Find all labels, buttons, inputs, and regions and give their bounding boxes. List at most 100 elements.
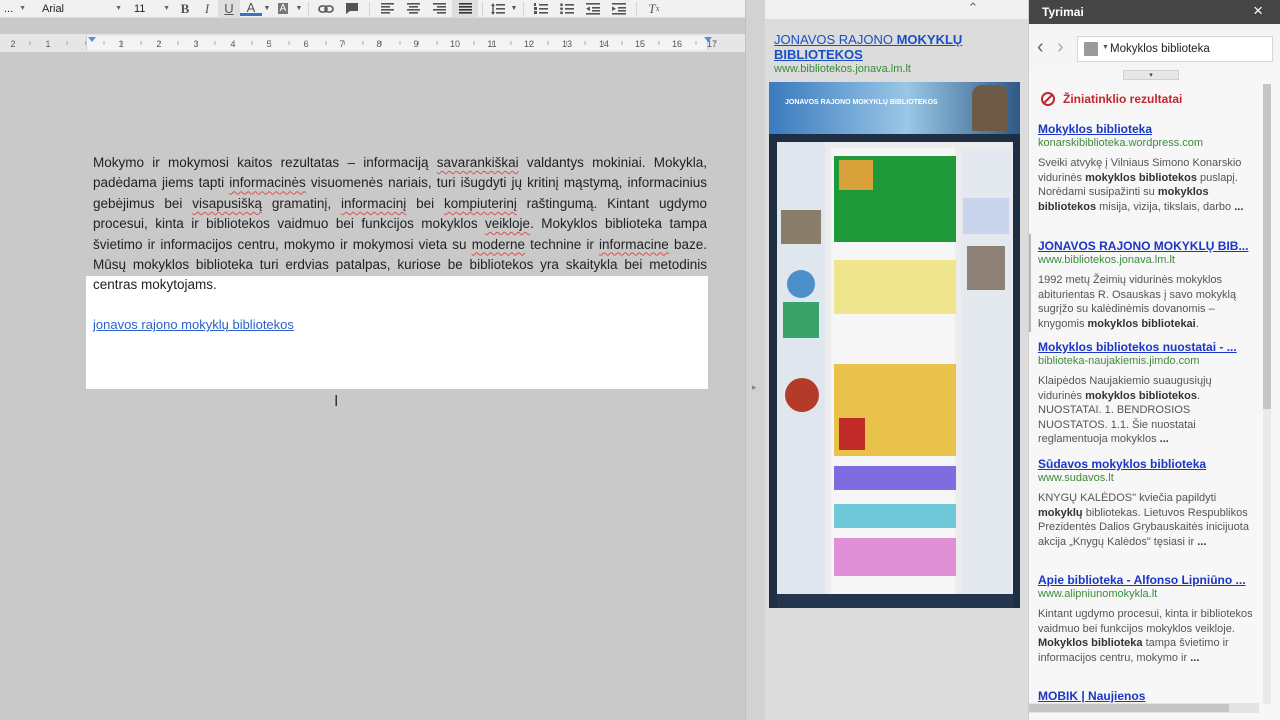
underline-button[interactable]: U [218, 0, 240, 18]
italic-button[interactable]: I [196, 0, 218, 18]
result-snippet: Kintant ugdymo procesui, kinta ir biblio… [1038, 608, 1253, 664]
website-body [777, 142, 1013, 608]
search-type-icon[interactable] [1084, 42, 1098, 56]
ruler-number: 7 [339, 39, 344, 49]
ruler-number: 9 [413, 39, 418, 49]
bold-button[interactable]: B [174, 0, 196, 18]
comment-icon[interactable] [339, 0, 365, 18]
site-logo-blue [787, 270, 815, 298]
site-gift-image [839, 418, 865, 450]
result-snippet: Sveiki atvykę į Vilniaus Simono Konarski… [1038, 157, 1244, 213]
preview-top-bar [765, 0, 1028, 20]
result-title-link[interactable]: Apie biblioteka - Alfonso Lipniūno ... [1038, 573, 1258, 587]
document-canvas[interactable]: Mokymo ir mokymosi kaitos rezultatas – i… [0, 52, 745, 720]
research-search-input[interactable]: ▼ Mokyklos biblioteka [1077, 36, 1273, 62]
preview-url: www.bibliotekos.jonava.lm.lt [774, 63, 911, 75]
panel-divider[interactable]: ▸ [745, 0, 765, 720]
result-snippet: Klaipėdos Naujakiemio suaugusiųjų viduri… [1038, 375, 1212, 446]
chevron-down-icon[interactable]: ▼ [1102, 44, 1109, 51]
website-thumbnail[interactable]: JONAVOS RAJONO MOKYKLŲ BIBLIOTEKOS [769, 82, 1020, 608]
site-purple-block [834, 466, 956, 490]
site-logo-red [785, 378, 819, 412]
flagged-word: moderne [471, 236, 526, 252]
decrease-indent-icon[interactable] [580, 0, 606, 18]
toolbar-divider [636, 1, 637, 16]
search-result: MOBIK | Naujienos [1038, 689, 1258, 703]
paragraph-text: gramatinį, [262, 195, 342, 211]
site-pink-block [834, 538, 956, 576]
align-right-icon[interactable] [426, 0, 452, 18]
font-size-dropdown[interactable]: 11 ▼ [126, 0, 174, 18]
search-result: JONAVOS RAJONO MOKYKLŲ BIB... www.bibliot… [1038, 239, 1258, 331]
expand-arrow-icon[interactable]: ▸ [752, 382, 757, 393]
document-paragraph[interactable]: Mokymo ir mokymosi kaitos rezultatas – i… [93, 153, 707, 296]
search-result: Mokyklos biblioteka konarskibiblioteka.wo… [1038, 122, 1258, 214]
web-results-header: Žiniatinklio rezultatai [1041, 92, 1182, 106]
toolbar-divider [523, 1, 524, 16]
result-url: konarskibiblioteka.wordpress.com [1038, 137, 1204, 149]
close-icon[interactable]: × [1253, 1, 1263, 21]
preview-title-link[interactable]: JONAVOS RAJONO MOKYKLŲ BIBLIOTEKOS [774, 32, 1024, 62]
portrait-image [972, 85, 1008, 131]
increase-indent-icon[interactable] [606, 0, 632, 18]
preview-title-normal: JONAVOS RAJONO [774, 32, 897, 47]
text-color-button[interactable]: A [240, 0, 262, 16]
collapse-toolbar-icon[interactable]: ⌃ [966, 0, 980, 18]
align-justify-icon[interactable] [452, 0, 478, 18]
back-arrow-icon[interactable]: ‹ [1037, 36, 1044, 59]
result-title-link[interactable]: JONAVOS RAJONO MOKYKLŲ BIB... [1038, 239, 1258, 253]
research-scrollbar[interactable] [1263, 84, 1271, 704]
highlight-label: A [277, 3, 289, 14]
chevron-down-icon[interactable]: ▼ [509, 0, 519, 18]
paragraph-text: Mokymo ir mokymosi kaitos rezultatas – i… [93, 155, 437, 170]
flagged-word: informacinį [341, 195, 407, 211]
flagged-word: savarankiškai [436, 155, 519, 170]
chevron-down-icon[interactable]: ▼ [262, 0, 272, 18]
style-dropdown-label: ... [4, 2, 14, 15]
research-title: Tyrimai [1042, 5, 1084, 19]
numbered-list-icon[interactable] [528, 0, 554, 18]
result-url: www.sudavos.lt [1038, 472, 1114, 484]
result-title-link[interactable]: Mokyklos bibliotekos nuostatai - ... [1038, 340, 1258, 354]
forward-arrow-icon[interactable]: › [1057, 36, 1064, 59]
line-spacing-icon[interactable] [487, 0, 509, 18]
font-dropdown[interactable]: Arial ▼ [34, 0, 126, 18]
toolbar-divider [482, 1, 483, 16]
result-snippet: 1992 metų Žeimių vidurinės mokyklos abit… [1038, 274, 1237, 330]
ruler-number: 8 [376, 39, 381, 49]
font-dropdown-label: Arial [42, 2, 65, 15]
site-photo [781, 210, 821, 244]
ruler-number: 2 [10, 39, 15, 49]
research-sidebar: Tyrimai × ‹ › ▼ Mokyklos biblioteka ▾ Ži… [1028, 0, 1280, 720]
search-query: Mokyklos biblioteka [1110, 43, 1210, 55]
result-title-link[interactable]: MOBIK | Naujienos [1038, 689, 1258, 703]
document-link[interactable]: jonavos rajono mokyklų bibliotekos [93, 317, 294, 332]
bulleted-list-icon[interactable] [554, 0, 580, 18]
highlight-button[interactable]: A [272, 0, 294, 18]
research-horizontal-scrollbar[interactable] [1029, 703, 1259, 713]
website-banner-text: JONAVOS RAJONO MOKYKLŲ BIBLIOTEKOS [785, 99, 938, 106]
scrollbar-thumb[interactable] [1263, 84, 1271, 409]
result-title-link[interactable]: Sūdavos mokyklos biblioteka [1038, 457, 1258, 471]
paragraph-text: bei [406, 195, 445, 211]
results-filter-dropdown[interactable]: ▾ [1123, 70, 1179, 80]
align-left-icon[interactable] [374, 0, 400, 18]
text-cursor-icon: I [334, 393, 339, 410]
text-color-label: A [246, 0, 256, 15]
result-title-link[interactable]: Mokyklos biblioteka [1038, 122, 1258, 136]
site-footer [777, 594, 1013, 608]
site-green-image [839, 160, 873, 190]
link-icon[interactable] [313, 0, 339, 18]
underline-label: U [224, 1, 234, 16]
clear-formatting-icon[interactable]: Tx [641, 0, 667, 18]
horizontal-scrollbar-thumb[interactable] [1029, 704, 1229, 712]
left-indent-marker[interactable] [88, 37, 96, 42]
chevron-down-icon[interactable]: ▼ [294, 0, 304, 18]
align-center-icon[interactable] [400, 0, 426, 18]
toolbar-divider [369, 1, 370, 16]
style-dropdown[interactable]: ... ▼ [0, 0, 34, 18]
result-snippet: KNYGŲ KALĖDOS" kviečia papildyti mokyklų… [1038, 492, 1249, 548]
result-preview-panel: JONAVOS RAJONO MOKYKLŲ BIBLIOTEKOS www.b… [765, 20, 1028, 720]
web-results-label: Žiniatinklio rezultatai [1063, 92, 1183, 106]
site-logo-book [783, 302, 819, 338]
